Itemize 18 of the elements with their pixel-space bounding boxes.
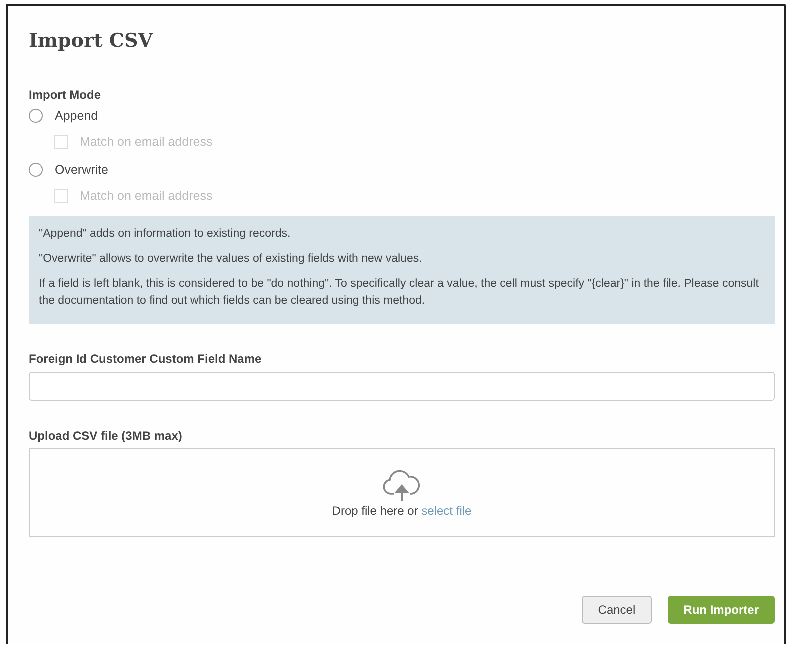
field-label: Foreign Id Customer Custom Field Name bbox=[29, 352, 263, 366]
option-label: Match on email address bbox=[80, 189, 213, 203]
text-field[interactable] bbox=[29, 372, 775, 401]
cancel-button[interactable]: Cancel bbox=[582, 596, 652, 624]
option-label: Overwrite bbox=[55, 163, 108, 177]
dialog-title: Import CSV bbox=[29, 30, 154, 52]
field-label: Import Mode bbox=[29, 88, 102, 102]
radio-button[interactable] bbox=[29, 109, 43, 123]
radio-button[interactable] bbox=[29, 163, 43, 177]
info-text: If a field is left blank, this is considered to be "do nothing". To specifically clear a value, the cell must specify "{clear}" in the file. Please consult the documentation to find out which fields can be cleared using this method. bbox=[39, 277, 760, 309]
info-text: "Append" adds on information to existing records. bbox=[39, 227, 292, 242]
option-label: Match on email address bbox=[80, 135, 213, 149]
drop-prompt: Drop file here or bbox=[332, 504, 418, 518]
field-label: Upload CSV file (3MB max) bbox=[29, 429, 184, 443]
cloud-upload-icon bbox=[382, 468, 422, 502]
option-label: Append bbox=[55, 109, 98, 123]
info-text: "Overwrite" allows to overwrite the values of existing fields with new values. bbox=[39, 252, 424, 267]
drop-zone[interactable]: Drop file here or select file bbox=[29, 448, 775, 537]
